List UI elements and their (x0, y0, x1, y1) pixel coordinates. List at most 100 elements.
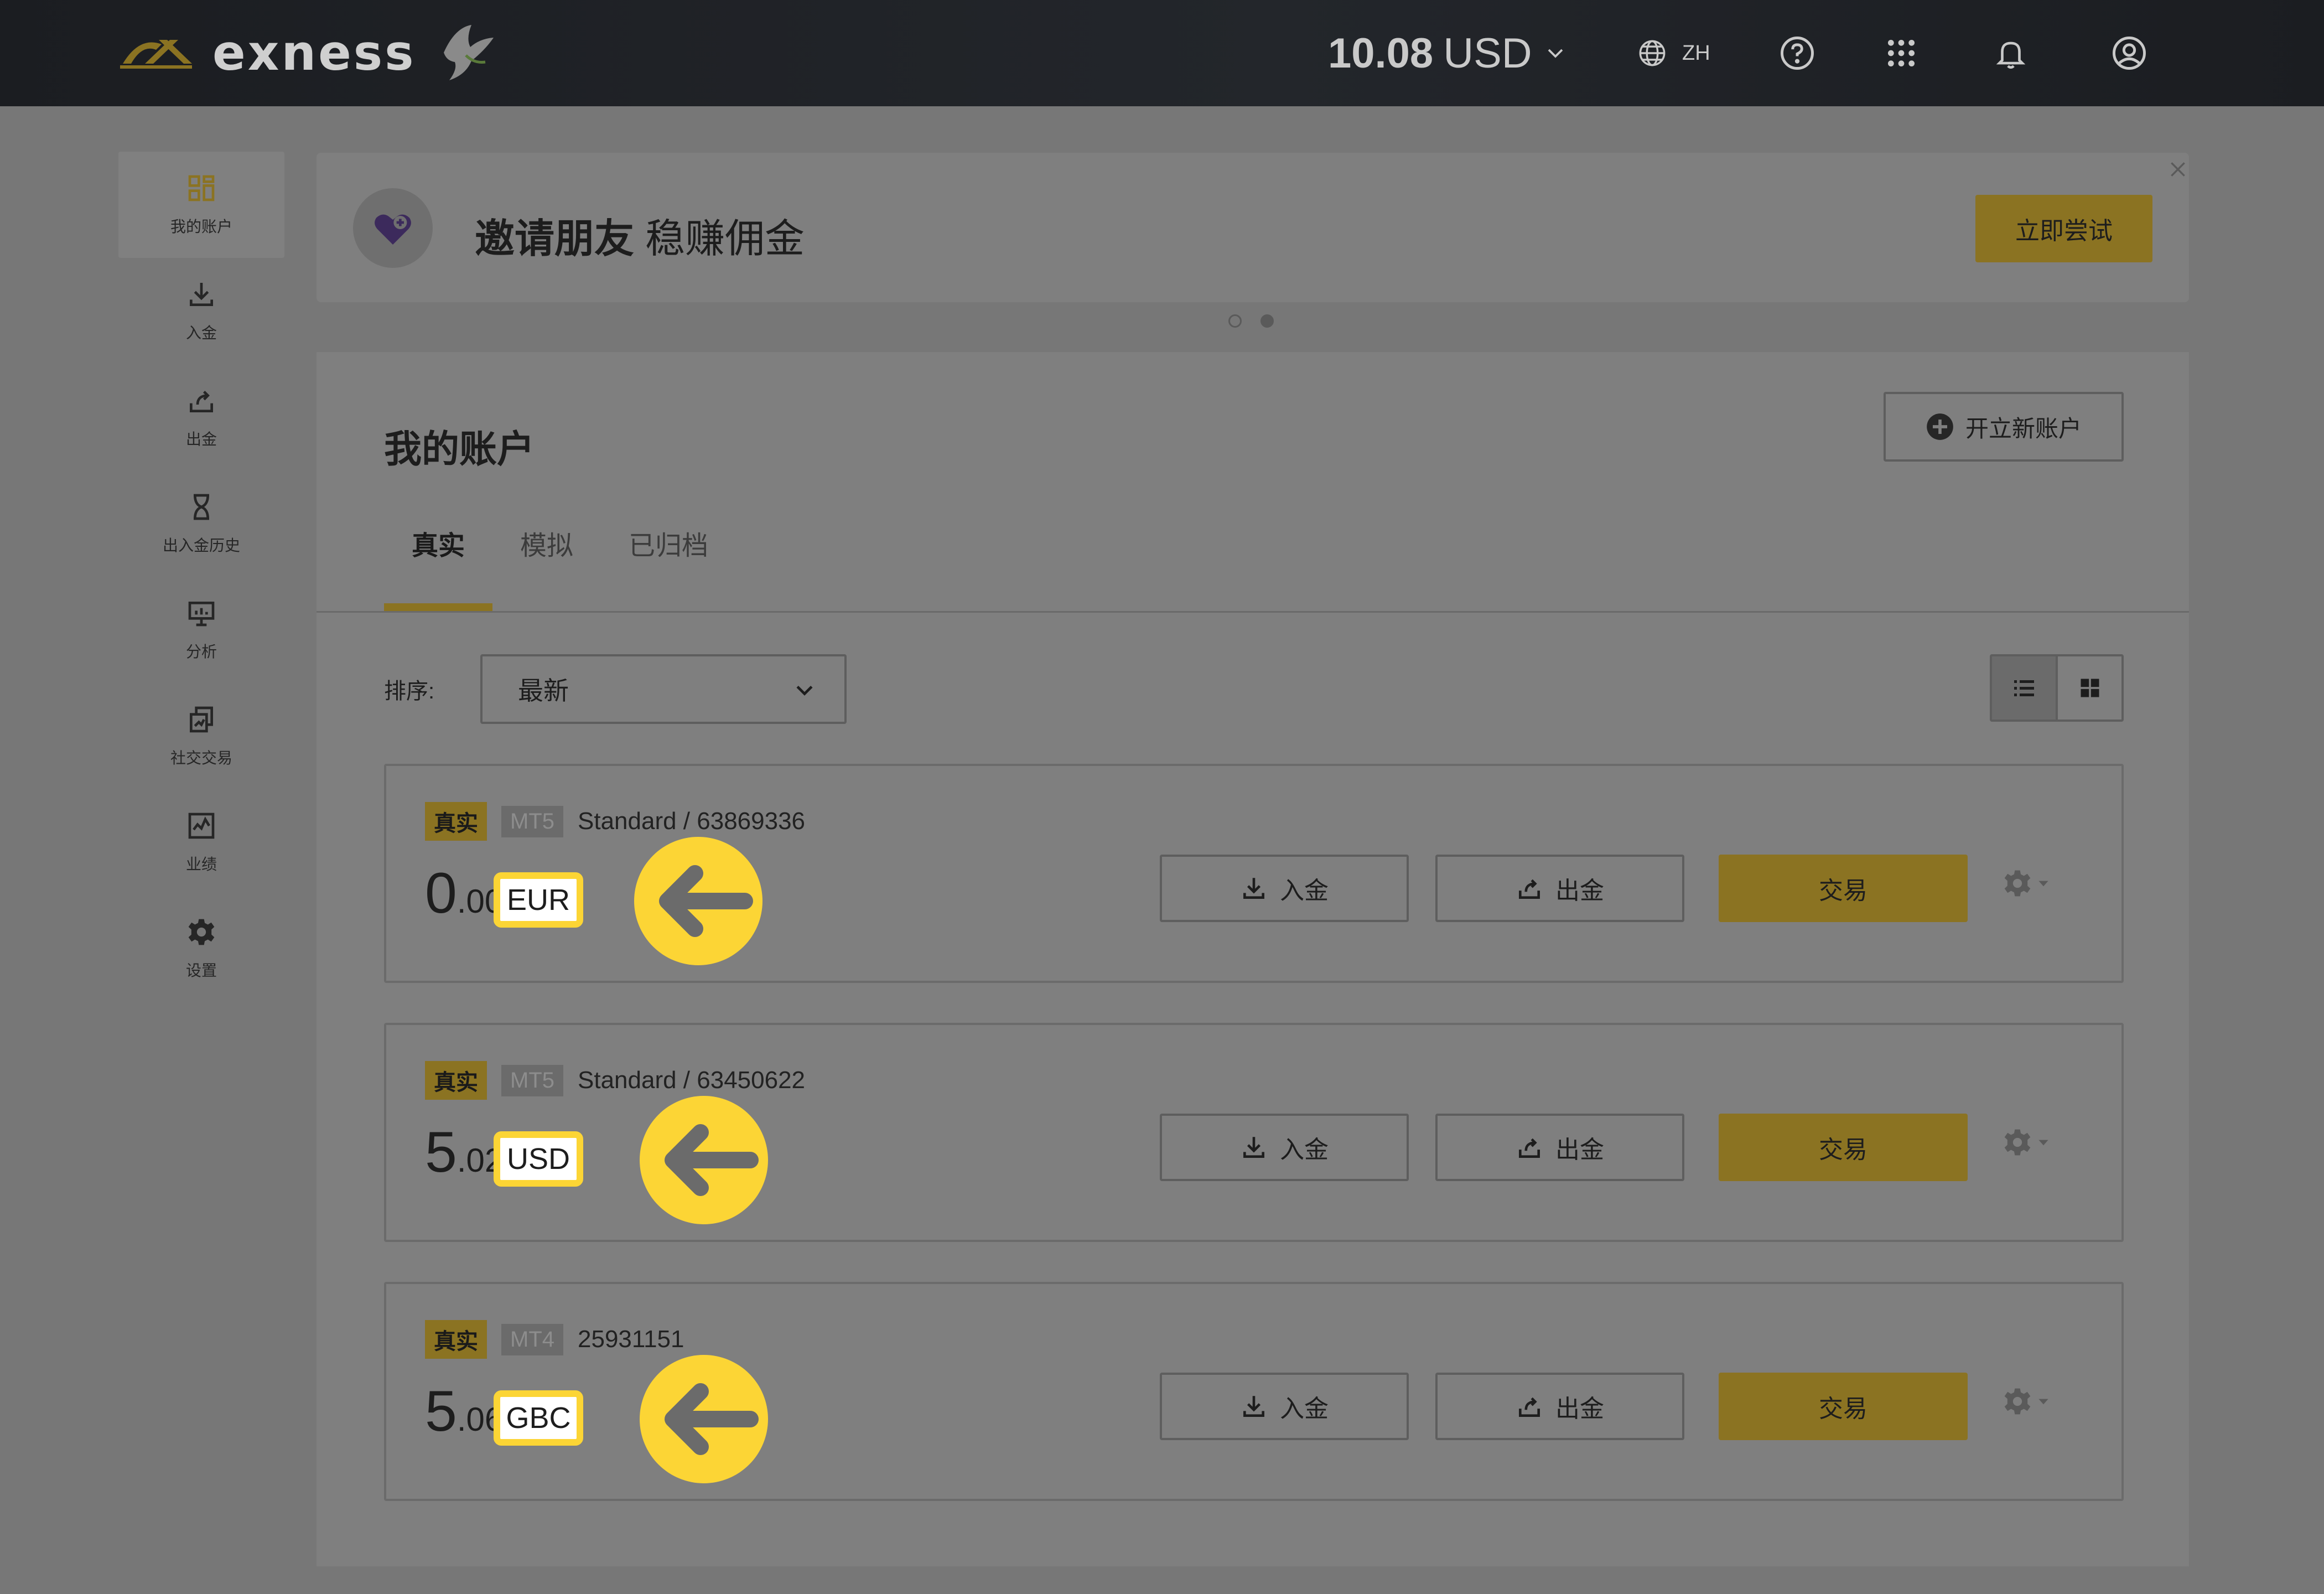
bell-icon[interactable] (1989, 31, 2033, 75)
platform-badge: MT5 (501, 1064, 563, 1096)
account-balance: 0 .00 (425, 860, 503, 925)
withdraw-label: 出金 (1555, 1395, 1604, 1422)
accounts-panel: 我的账户 开立新账户 真实 模拟 已归档 排序: 最新 真实 MT5 Stand… (317, 352, 2189, 1566)
gear-icon (2004, 870, 2031, 897)
trade-button[interactable]: 交易 (1719, 1114, 1968, 1181)
carousel-dot[interactable] (1228, 314, 1242, 328)
account-card: 真实 MT4 25931151 5 .06 GBC 入金 出金 交易 (384, 1282, 2124, 1501)
caret-down-icon (2038, 881, 2048, 887)
sidebar-item-label: 入金 (185, 324, 217, 341)
gear-icon (2004, 1388, 2031, 1415)
upload-icon (1519, 1138, 1540, 1158)
tab-demo[interactable]: 模拟 (492, 518, 601, 612)
account-settings-menu[interactable] (2002, 1386, 2051, 1417)
trade-button[interactable]: 交易 (1719, 1373, 1968, 1440)
sidebar-item-label: 分析 (185, 643, 217, 660)
sidebar-item-label: 我的账户 (170, 218, 232, 235)
sidebar: 我的账户 入金 出金 出入金历史 分析 社交交易 业绩 设置 (118, 152, 284, 1002)
balance-selector[interactable]: 10.08 USD (1328, 27, 1565, 80)
arrow-left-icon (640, 1355, 768, 1483)
deposit-label: 入金 (1280, 1136, 1329, 1163)
withdraw-button[interactable]: 出金 (1435, 1114, 1684, 1181)
language-selector[interactable]: ZH (1638, 31, 1710, 75)
close-icon[interactable] (2167, 158, 2189, 180)
arrow-left-icon (640, 1096, 768, 1224)
chart-icon (188, 812, 215, 839)
carousel-dots (1228, 314, 1274, 328)
account-name: Standard / 63869336 (578, 808, 806, 835)
grid-view-button[interactable] (2058, 656, 2121, 720)
account-card: 真实 MT5 Standard / 63450622 5 .02 USD 入金 … (384, 1023, 2124, 1242)
sidebar-item-deposit[interactable]: 入金 (118, 258, 284, 364)
sidebar-item-history[interactable]: 出入金历史 (118, 470, 284, 577)
sidebar-item-label: 出入金历史 (162, 537, 240, 554)
caret-down-icon (2038, 1140, 2048, 1146)
withdraw-label: 出金 (1555, 1136, 1604, 1163)
exness-logo[interactable]: exness (117, 22, 499, 83)
arrow-left-icon (634, 837, 762, 965)
open-new-account-label: 开立新账户 (1965, 415, 2082, 442)
download-icon (1243, 878, 1264, 899)
trade-button[interactable]: 交易 (1719, 855, 1968, 922)
account-name: 25931151 (578, 1326, 684, 1353)
deposit-button[interactable]: 入金 (1160, 855, 1409, 922)
carousel-dot-active[interactable] (1260, 314, 1274, 328)
sidebar-item-social-trading[interactable]: 社交交易 (118, 683, 284, 789)
sidebar-item-performance[interactable]: 业绩 (118, 789, 284, 896)
account-settings-menu[interactable] (2002, 868, 2051, 899)
sidebar-item-label: 出金 (185, 431, 217, 448)
sidebar-item-analytics[interactable]: 分析 (118, 577, 284, 683)
upload-icon (190, 391, 213, 412)
sidebar-item-my-accounts[interactable]: 我的账户 (118, 152, 284, 258)
sidebar-item-label: 社交交易 (170, 749, 232, 767)
open-new-account-button[interactable]: 开立新账户 (1884, 392, 2124, 462)
account-balance: 5 .06 (425, 1378, 503, 1443)
account-settings-menu[interactable] (2002, 1127, 2051, 1158)
promo-banner: 邀请朋友 稳赚佣金 立即尝试 (317, 153, 2189, 302)
tab-archived[interactable]: 已归档 (601, 518, 736, 612)
account-name: Standard / 63450622 (578, 1067, 806, 1094)
account-card: 真实 MT5 Standard / 63869336 0 .00 EUR 入金 … (384, 764, 2124, 983)
sidebar-item-withdraw[interactable]: 出金 (118, 364, 284, 470)
withdraw-button[interactable]: 出金 (1435, 855, 1684, 922)
presentation-icon (188, 602, 215, 627)
balance-integer: 0 (425, 861, 457, 925)
account-type-badge: 真实 (425, 1061, 487, 1100)
apps-grid-icon[interactable] (1879, 31, 1923, 75)
sidebar-item-label: 设置 (185, 962, 217, 979)
upload-icon (1519, 879, 1540, 899)
withdraw-button[interactable]: 出金 (1435, 1373, 1684, 1440)
sidebar-item-label: 业绩 (185, 856, 217, 873)
heart-plus-icon (353, 188, 433, 268)
account-badges: 真实 MT5 Standard / 63869336 (425, 802, 806, 841)
account-badges: 真实 MT5 Standard / 63450622 (425, 1061, 806, 1100)
balance-amount: 10.08 (1328, 29, 1434, 77)
user-icon[interactable] (2107, 31, 2151, 75)
sidebar-item-settings[interactable]: 设置 (118, 896, 284, 1002)
help-icon[interactable] (1775, 31, 1819, 75)
balance-integer: 5 (425, 1120, 457, 1184)
gear-icon (188, 919, 215, 945)
grid-icon (2081, 679, 2099, 697)
list-icon (2014, 680, 2034, 696)
currency-highlight: EUR (494, 872, 583, 928)
upload-icon (1519, 1397, 1540, 1417)
balance-integer: 5 (425, 1379, 457, 1443)
account-badges: 真实 MT4 25931151 (425, 1320, 684, 1359)
promo-title: 邀请朋友 稳赚佣金 (475, 206, 805, 264)
plus-circle-icon (1927, 413, 1953, 440)
download-icon (190, 283, 213, 306)
sort-selected-value: 最新 (518, 676, 569, 705)
currency-highlight: USD (494, 1131, 583, 1187)
brand-name: exness (212, 24, 416, 81)
caret-down-icon (2038, 1399, 2048, 1405)
sort-dropdown[interactable]: 最新 (480, 654, 847, 724)
tab-real[interactable]: 真实 (384, 518, 493, 612)
list-view-button[interactable] (1992, 656, 2058, 720)
account-balance: 5 .02 (425, 1119, 503, 1184)
chevron-down-icon (796, 685, 813, 696)
promo-try-now-button[interactable]: 立即尝试 (1975, 195, 2152, 262)
deposit-button[interactable]: 入金 (1160, 1114, 1409, 1181)
dove-icon (443, 25, 494, 80)
deposit-button[interactable]: 入金 (1160, 1373, 1409, 1440)
